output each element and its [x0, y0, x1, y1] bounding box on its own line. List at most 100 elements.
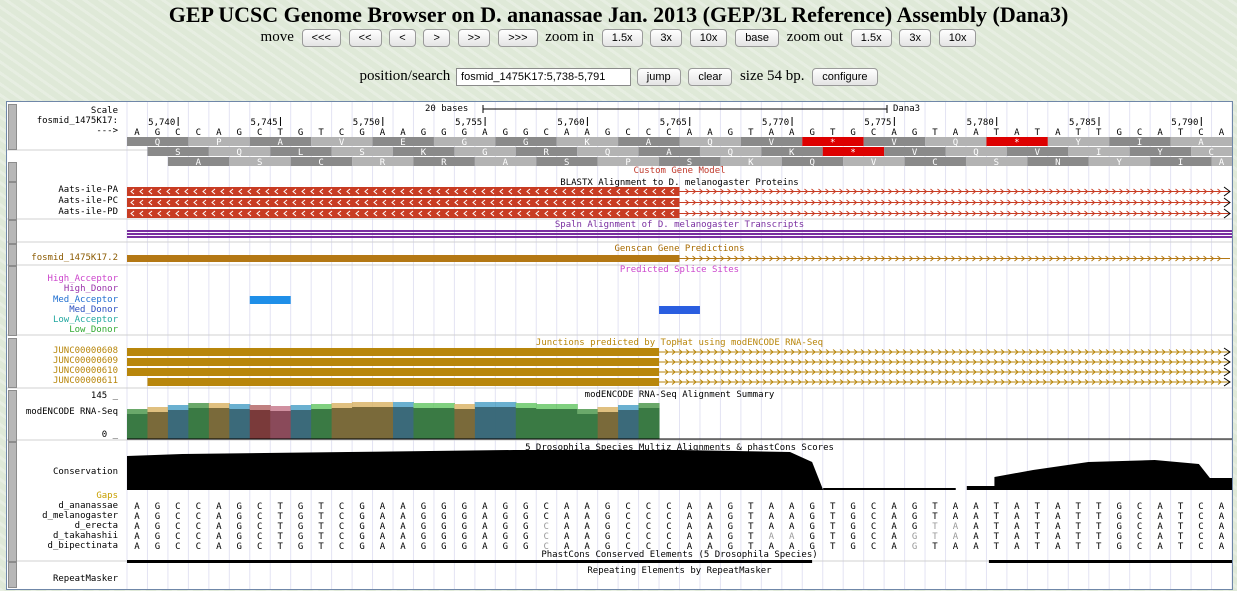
rnaseq-bar — [372, 402, 394, 439]
alignment-base: A — [584, 512, 590, 522]
alignment-base: C — [196, 522, 201, 532]
move-far-left-button[interactable]: <<< — [301, 29, 341, 47]
alignment-base: G — [441, 502, 446, 512]
spaln-side-button[interactable] — [8, 220, 17, 244]
move-right-button[interactable]: > — [423, 29, 450, 47]
zoom-in-1-5x-button[interactable]: 1.5x — [601, 29, 643, 47]
blastx-item-aats-ile-pa[interactable]: Aats-ile-PA — [58, 185, 118, 195]
alignment-base: C — [339, 522, 344, 532]
dna-base: A — [891, 128, 897, 138]
alignment-base: A — [1055, 512, 1061, 522]
zoom-out-1-5x-button[interactable]: 1.5x — [850, 29, 892, 47]
alignment-base: G — [237, 522, 242, 532]
rnaseq-bar — [536, 404, 558, 439]
conservation-area — [994, 460, 1232, 490]
dna-base: A — [687, 128, 693, 138]
amino-acid-letter: Q — [155, 138, 160, 148]
junctions-title: Junctions predicted by TopHat using modE… — [535, 338, 824, 348]
zoom-in-label: zoom in — [545, 29, 595, 46]
alignment-base: T — [830, 502, 836, 512]
custom-gene-side-button[interactable] — [8, 162, 17, 182]
alignment-base: C — [196, 532, 201, 542]
ruler-side-button[interactable] — [8, 104, 17, 150]
alignment-base: A — [216, 532, 222, 542]
ruler-tick-label: 5,740 — [148, 118, 175, 128]
alignment-base: G — [605, 512, 610, 522]
clear-button[interactable]: clear — [688, 68, 733, 86]
alignment-base: G — [850, 532, 855, 542]
species-erecta: d_erecta — [74, 521, 118, 531]
alignment-base: G — [1116, 502, 1121, 512]
alignment-base: A — [769, 522, 775, 532]
dna-base: G — [237, 128, 242, 138]
junctions-side-button[interactable] — [8, 338, 17, 388]
zoom-out-10x-button[interactable]: 10x — [938, 29, 977, 47]
alignment-base: A — [134, 522, 140, 532]
jump-button[interactable]: jump — [636, 68, 681, 86]
alignment-base: G — [1116, 512, 1121, 522]
move-left-button[interactable]: < — [389, 29, 416, 47]
position-input[interactable]: fosmid_1475K17:5,738-5,791 — [456, 68, 632, 86]
blastx-exon — [127, 198, 680, 207]
rnaseq-title: modENCODE RNA-Seq Alignment Summary — [584, 390, 775, 400]
dna-base: G — [523, 128, 528, 138]
rnaseq-bar — [229, 404, 251, 439]
alignment-base: T — [748, 532, 754, 542]
alignment-base: C — [1198, 522, 1203, 532]
rnaseq-bar-top — [495, 402, 517, 407]
alignment-base: T — [830, 532, 836, 542]
junction-item-610[interactable]: JUNC00000610 — [53, 366, 118, 376]
move-left-2-button[interactable]: << — [348, 29, 382, 47]
blastx-item-aats-ile-pc[interactable]: Aats-ile-PC — [58, 196, 118, 206]
multiz-side-button[interactable] — [8, 442, 17, 562]
alignment-base: C — [666, 522, 671, 532]
alignment-base: A — [707, 512, 713, 522]
rnaseq-bar-top — [188, 403, 210, 408]
rnaseq-side-button[interactable] — [8, 390, 17, 442]
alignment-base: C — [871, 502, 876, 512]
genscan-item-label[interactable]: fosmid_1475K17.2 — [31, 253, 118, 263]
search-row: position/search fosmid_1475K17:5,738-5,7… — [0, 68, 1237, 86]
amino-acid-letter: R — [543, 148, 549, 158]
zoom-out-3x-button[interactable]: 3x — [899, 29, 931, 47]
alignment-base: A — [584, 522, 590, 532]
alignment-base: C — [257, 512, 262, 522]
ruler-tick-label: 5,785 — [1069, 118, 1096, 128]
dna-base: A — [973, 128, 979, 138]
alignment-base: A — [400, 512, 406, 522]
junction-item-611[interactable]: JUNC00000611 — [53, 376, 118, 386]
splice-side-button[interactable] — [8, 266, 17, 336]
dna-base: C — [339, 128, 344, 138]
amino-acid-letter: Q — [237, 148, 242, 158]
genscan-side-button[interactable] — [8, 244, 17, 266]
amino-acid-letter: K — [584, 138, 590, 148]
alignment-base: G — [728, 532, 733, 542]
alignment-base: A — [564, 502, 570, 512]
configure-button[interactable]: configure — [812, 68, 878, 86]
blastx-side-button[interactable] — [8, 182, 17, 220]
zoom-in-3x-button[interactable]: 3x — [650, 29, 682, 47]
dna-base: G — [503, 128, 508, 138]
alignment-base: T — [1076, 512, 1082, 522]
junction-item-608[interactable]: JUNC00000608 — [53, 346, 118, 356]
amino-acid-letter: G — [482, 148, 487, 158]
zoom-in-base-button[interactable]: base — [735, 29, 780, 47]
junction-item-609[interactable]: JUNC00000609 — [53, 356, 118, 366]
rnaseq-bar — [413, 403, 435, 439]
phastcons-side-button[interactable] — [8, 562, 17, 588]
alignment-base: G — [605, 502, 610, 512]
alignment-base: C — [646, 502, 651, 512]
move-right-2-button[interactable]: >> — [457, 29, 491, 47]
alignment-base: A — [1219, 522, 1225, 532]
amino-acid-letter: K — [421, 148, 427, 158]
alignment-base: C — [1198, 512, 1203, 522]
alignment-base: G — [359, 532, 364, 542]
zoom-in-10x-button[interactable]: 10x — [689, 29, 728, 47]
spaln-title: Spaln Alignment of D. melanogaster Trans… — [554, 220, 805, 230]
alignment-base: A — [564, 522, 570, 532]
move-far-right-button[interactable]: >>> — [498, 29, 538, 47]
blastx-item-aats-ile-pd[interactable]: Aats-ile-PD — [58, 207, 118, 217]
alignment-base: A — [891, 502, 897, 512]
alignment-base: A — [482, 522, 488, 532]
alignment-base: A — [400, 522, 406, 532]
